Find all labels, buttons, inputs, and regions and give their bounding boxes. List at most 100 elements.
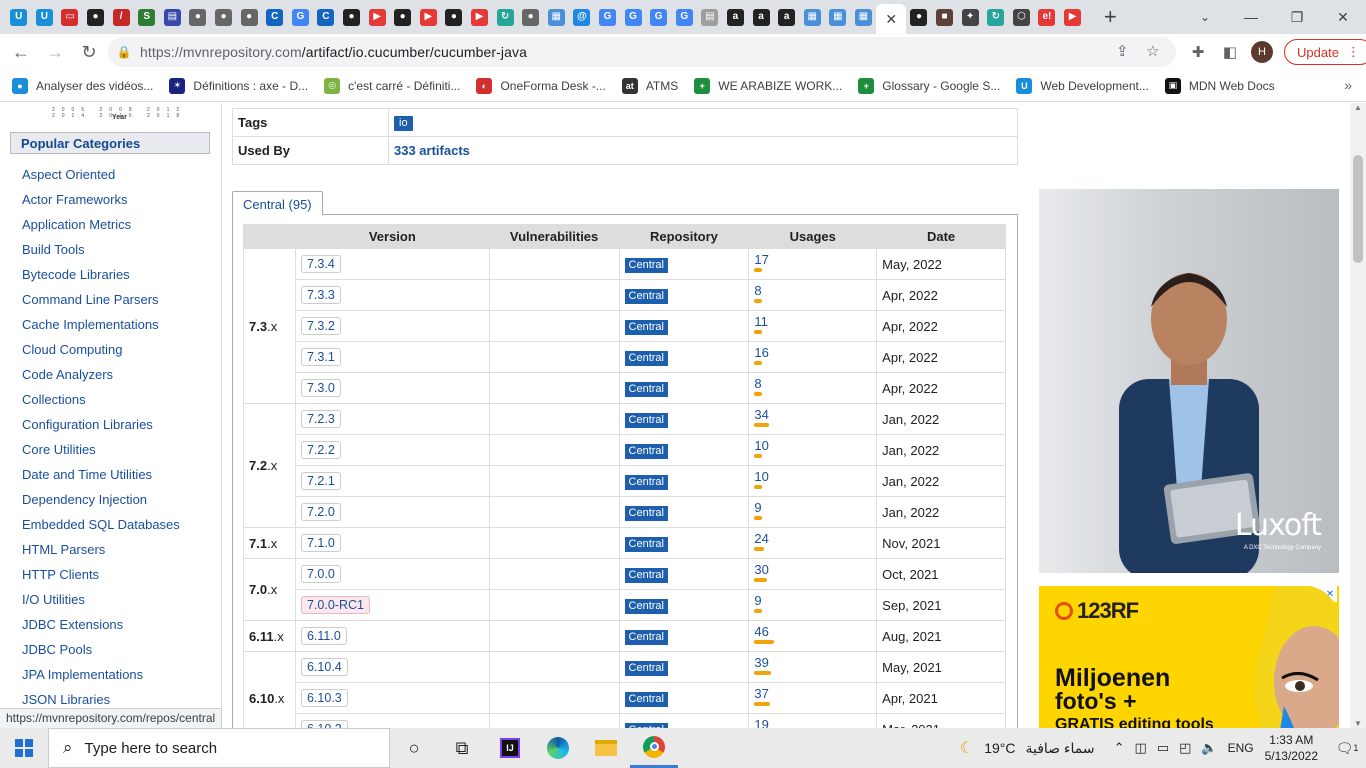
- browser-tab[interactable]: ▦: [825, 0, 851, 34]
- version-link[interactable]: 7.2.2: [300, 441, 341, 459]
- browser-tab[interactable]: ●: [441, 0, 467, 34]
- category-link[interactable]: Dependency Injection: [22, 492, 180, 517]
- bookmark-item[interactable]: + WE ARABIZE WORK...: [694, 77, 842, 94]
- category-link[interactable]: Build Tools: [22, 242, 180, 267]
- category-link[interactable]: Application Metrics: [22, 217, 180, 242]
- scroll-up-icon[interactable]: ▲: [1350, 103, 1366, 112]
- bookmark-item[interactable]: ▣ MDN Web Docs: [1164, 77, 1275, 94]
- category-link[interactable]: HTML Parsers: [22, 542, 180, 567]
- repository-badge[interactable]: Central: [624, 505, 668, 521]
- usages-link[interactable]: 46: [754, 625, 871, 638]
- repository-badge[interactable]: Central: [624, 536, 668, 552]
- category-link[interactable]: Date and Time Utilities: [22, 467, 180, 492]
- browser-tab[interactable]: G: [288, 0, 314, 34]
- browser-tab[interactable]: G: [671, 0, 697, 34]
- weather-temp[interactable]: 19°C: [984, 740, 1015, 756]
- browser-tab[interactable]: G: [595, 0, 621, 34]
- browser-tab[interactable]: S: [134, 0, 160, 34]
- browser-tab[interactable]: a: [723, 0, 749, 34]
- category-link[interactable]: Code Analyzers: [22, 367, 180, 392]
- browser-tab[interactable]: ▶: [416, 0, 442, 34]
- update-button[interactable]: Update ⋮: [1284, 39, 1366, 65]
- browser-tab[interactable]: ●: [518, 0, 544, 34]
- browser-tab[interactable]: U: [6, 0, 32, 34]
- bookmark-item[interactable]: at ATMS: [621, 77, 678, 94]
- category-link[interactable]: I/O Utilities: [22, 592, 180, 617]
- side-panel-icon[interactable]: ◧: [1214, 36, 1246, 68]
- browser-tab-active[interactable]: ✕: [876, 4, 907, 34]
- repository-badge[interactable]: Central: [624, 691, 668, 707]
- browser-tab[interactable]: ●: [211, 0, 237, 34]
- bookmarks-overflow-icon[interactable]: »: [1344, 77, 1352, 93]
- category-link[interactable]: Cache Implementations: [22, 317, 180, 342]
- browser-tab[interactable]: ▤: [697, 0, 723, 34]
- usages-link[interactable]: 8: [754, 377, 871, 390]
- repository-badge[interactable]: Central: [624, 660, 668, 676]
- volume-icon[interactable]: 🔈: [1201, 740, 1217, 756]
- network-icon[interactable]: ◰: [1179, 740, 1191, 756]
- category-link[interactable]: JDBC Extensions: [22, 617, 180, 642]
- bookmark-item[interactable]: ● Analyser des vidéos...: [12, 77, 153, 94]
- chrome-app[interactable]: [630, 728, 678, 768]
- edge-app[interactable]: [534, 728, 582, 768]
- usages-link[interactable]: 30: [754, 563, 871, 576]
- usages-link[interactable]: 9: [754, 501, 871, 514]
- 123rf-ad[interactable]: ⓘ✕ 123RF Miljoenen foto's + GRATIS editi…: [1039, 586, 1339, 728]
- browser-tab[interactable]: ●: [185, 0, 211, 34]
- version-link[interactable]: 7.0.0: [300, 565, 341, 583]
- repository-badge[interactable]: Central: [624, 629, 668, 645]
- usages-link[interactable]: 11: [754, 315, 871, 328]
- task-view-button[interactable]: ⧉: [438, 728, 486, 768]
- forward-button[interactable]: →: [38, 35, 72, 69]
- close-tab-icon[interactable]: ✕: [883, 11, 900, 28]
- version-link[interactable]: 7.1.0: [300, 534, 341, 552]
- minimize-button[interactable]: —: [1228, 0, 1274, 34]
- language-indicator[interactable]: ENG: [1228, 741, 1254, 755]
- notification-center-button[interactable]: 🗨 1: [1328, 728, 1366, 768]
- repository-badge[interactable]: Central: [624, 598, 668, 614]
- close-window-button[interactable]: ✕: [1320, 0, 1366, 34]
- category-link[interactable]: Actor Frameworks: [22, 192, 180, 217]
- browser-tab[interactable]: U: [32, 0, 58, 34]
- chevron-up-icon[interactable]: ⌃: [1114, 740, 1125, 756]
- usages-link[interactable]: 24: [754, 532, 871, 545]
- bookmark-star-icon[interactable]: ☆: [1146, 42, 1159, 60]
- tag-badge[interactable]: io: [394, 116, 413, 131]
- browser-tab[interactable]: ●: [236, 0, 262, 34]
- version-link[interactable]: 6.10.2: [300, 720, 348, 728]
- category-link[interactable]: HTTP Clients: [22, 567, 180, 592]
- browser-tab[interactable]: @: [569, 0, 595, 34]
- category-link[interactable]: Core Utilities: [22, 442, 180, 467]
- browser-tab[interactable]: ⬡: [1009, 0, 1035, 34]
- browser-tab[interactable]: ●: [906, 0, 932, 34]
- usages-link[interactable]: 17: [754, 253, 871, 266]
- luxoft-ad[interactable]: Luxoft A DXC Technology Company: [1039, 189, 1339, 573]
- browser-tab[interactable]: G: [620, 0, 646, 34]
- new-tab-button[interactable]: +: [1093, 0, 1127, 34]
- category-link[interactable]: Command Line Parsers: [22, 292, 180, 317]
- usages-link[interactable]: 34: [754, 408, 871, 421]
- bookmark-item[interactable]: ◎ c'est carré - Définiti...: [324, 77, 460, 94]
- browser-tab[interactable]: ▦: [543, 0, 569, 34]
- used-by-link[interactable]: 333 artifacts: [394, 143, 470, 158]
- browser-tab[interactable]: ●: [83, 0, 109, 34]
- category-link[interactable]: Bytecode Libraries: [22, 267, 180, 292]
- reload-button[interactable]: ↻: [72, 35, 106, 69]
- browser-tab[interactable]: a: [774, 0, 800, 34]
- share-icon[interactable]: ⇪: [1116, 42, 1129, 60]
- version-link[interactable]: 7.3.3: [300, 286, 341, 304]
- usages-link[interactable]: 16: [754, 346, 871, 359]
- browser-tab[interactable]: ▦: [799, 0, 825, 34]
- repository-badge[interactable]: Central: [624, 443, 668, 459]
- usages-link[interactable]: 37: [754, 687, 871, 700]
- category-link[interactable]: Collections: [22, 392, 180, 417]
- start-button[interactable]: [0, 728, 48, 768]
- bookmark-item[interactable]: U Web Development...: [1016, 77, 1149, 94]
- browser-tab[interactable]: C: [262, 0, 288, 34]
- usages-link[interactable]: 10: [754, 439, 871, 452]
- scroll-down-icon[interactable]: ▼: [1350, 719, 1366, 728]
- repository-badge[interactable]: Central: [624, 288, 668, 304]
- usages-link[interactable]: 8: [754, 284, 871, 297]
- browser-tab[interactable]: ▶: [467, 0, 493, 34]
- usages-link[interactable]: 10: [754, 470, 871, 483]
